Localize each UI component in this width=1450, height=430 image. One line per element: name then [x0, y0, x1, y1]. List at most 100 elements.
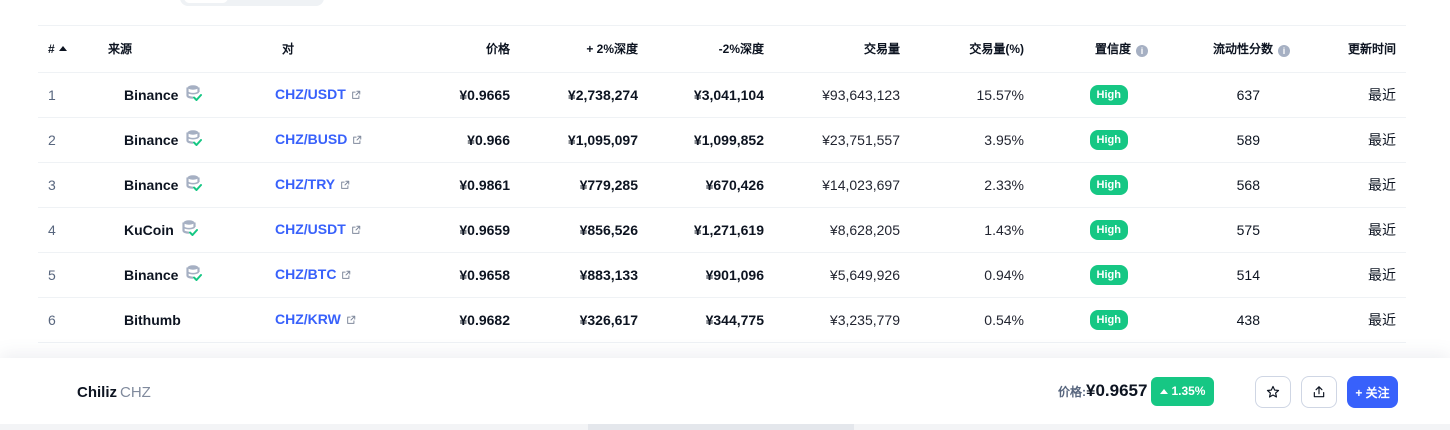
updated-cell: 最近	[1290, 207, 1406, 253]
exchange-name[interactable]: Binance	[124, 267, 178, 283]
pair-cell: CHZ/USDT	[270, 207, 400, 253]
rank-cell: 5	[38, 252, 96, 298]
star-icon	[1266, 385, 1280, 398]
watchlist-star-button[interactable]	[1255, 376, 1291, 408]
table-row[interactable]: 6 Bithumb CHZ/KRW ¥0.9682 ¥326,617 ¥344,775 ¥3…	[38, 297, 1406, 343]
col-confidence-header[interactable]: 置信度 i	[1024, 26, 1148, 73]
info-icon[interactable]: i	[1278, 45, 1290, 58]
confidence-cell: High	[1024, 72, 1148, 118]
share-icon	[1313, 386, 1325, 398]
rank-cell: 3	[38, 162, 96, 208]
col-liquidity-header[interactable]: 流动性分数 i	[1148, 26, 1290, 73]
verified-data-icon	[186, 84, 203, 105]
col-volume-pct-header[interactable]: 交易量(%)	[900, 26, 1024, 73]
col-source-header[interactable]: 来源	[96, 26, 270, 73]
info-icon[interactable]: i	[1136, 45, 1148, 58]
share-button[interactable]	[1301, 376, 1337, 408]
liquidity-cell: 589	[1148, 117, 1290, 163]
pair-link[interactable]: CHZ/USDT	[275, 221, 346, 237]
depth-plus-cell: ¥856,526	[510, 207, 638, 253]
view-toggle[interactable]	[180, 0, 324, 6]
verified-data-icon	[186, 129, 203, 150]
rank-cell: 1	[38, 72, 96, 118]
liquidity-cell: 438	[1148, 297, 1290, 343]
updated-cell: 最近	[1290, 297, 1406, 343]
depth-minus-cell: ¥670,426	[638, 162, 764, 208]
pair-link[interactable]: CHZ/TRY	[275, 176, 335, 192]
depth-minus-cell: ¥1,271,619	[638, 207, 764, 253]
external-link-icon[interactable]	[341, 267, 351, 283]
external-link-icon[interactable]	[340, 177, 350, 193]
exchange-cell: Bithumb	[96, 297, 270, 343]
volume-cell: ¥8,628,205	[764, 207, 900, 253]
depth-plus-cell: ¥883,133	[510, 252, 638, 298]
depth-minus-cell: ¥344,775	[638, 297, 764, 343]
table-row[interactable]: 4 KuCoin CHZ/USDT ¥0.9659 ¥856,526 ¥1,271,619…	[38, 207, 1406, 253]
price-cell: ¥0.9682	[400, 297, 510, 343]
pair-link[interactable]: CHZ/BTC	[275, 266, 336, 282]
confidence-cell: High	[1024, 252, 1148, 298]
confidence-badge: High	[1089, 219, 1128, 240]
confidence-badge: High	[1089, 84, 1128, 105]
price-cell: ¥0.9658	[400, 252, 510, 298]
verified-data-icon	[186, 174, 203, 195]
liquidity-cell: 637	[1148, 72, 1290, 118]
coin-title: Chiliz CHZ	[77, 384, 151, 401]
caret-up-icon	[1160, 388, 1169, 394]
col-updated-header[interactable]: 更新时间	[1290, 26, 1406, 73]
table-row[interactable]: 2 Binance CHZ/BUSD ¥0.966 ¥1,095,097 ¥1,099,8…	[38, 117, 1406, 163]
volume-cell: ¥3,235,779	[764, 297, 900, 343]
exchange-cell: Binance	[96, 117, 270, 163]
table-row[interactable]: 1 Binance CHZ/USDT ¥0.9665 ¥2,738,274 ¥3,041,…	[38, 72, 1406, 118]
table-header-row: # 来源 对 价格 + 2%深度 -2%深度 交易量 交易量(%) 置信度 i 流…	[38, 26, 1406, 73]
rank-cell: 4	[38, 207, 96, 253]
markets-table-container: # 来源 对 价格 + 2%深度 -2%深度 交易量 交易量(%) 置信度 i 流…	[38, 25, 1406, 343]
pair-cell: CHZ/BTC	[270, 252, 400, 298]
table-row[interactable]: 5 Binance CHZ/BTC ¥0.9658 ¥883,133 ¥901,096 ¥5…	[38, 252, 1406, 298]
volume-pct-cell: 3.95%	[900, 117, 1024, 163]
volume-pct-cell: 15.57%	[900, 72, 1024, 118]
exchange-name[interactable]: Binance	[124, 177, 178, 193]
col-rank-label: #	[48, 41, 55, 56]
confidence-badge: High	[1089, 174, 1128, 195]
col-pair-header[interactable]: 对	[270, 26, 400, 73]
verified-data-icon	[186, 264, 203, 285]
pair-link[interactable]: CHZ/BUSD	[275, 131, 347, 147]
col-volume-header[interactable]: 交易量	[764, 26, 900, 73]
price-cell: ¥0.9659	[400, 207, 510, 253]
col-price-header[interactable]: 价格	[400, 26, 510, 73]
confidence-cell: High	[1024, 117, 1148, 163]
volume-pct-cell: 1.43%	[900, 207, 1024, 253]
coin-name: Chiliz	[77, 384, 117, 401]
confidence-badge: High	[1089, 264, 1128, 285]
confidence-cell: High	[1024, 207, 1148, 253]
exchange-name[interactable]: Binance	[124, 132, 178, 148]
price-label: 价格:	[1058, 384, 1086, 399]
pair-link[interactable]: CHZ/KRW	[275, 311, 341, 327]
confidence-cell: High	[1024, 297, 1148, 343]
table-row[interactable]: 3 Binance CHZ/TRY ¥0.9861 ¥779,285 ¥670,426 ¥1…	[38, 162, 1406, 208]
sort-ascending-icon	[58, 45, 67, 51]
col-depth-minus-header[interactable]: -2%深度	[638, 26, 764, 73]
footer-price-block: 价格: ¥0.9657 1.35%	[1058, 375, 1215, 407]
confidence-cell: High	[1024, 162, 1148, 208]
exchange-name[interactable]: KuCoin	[124, 222, 174, 238]
external-link-icon[interactable]	[351, 222, 361, 238]
external-link-icon[interactable]	[351, 87, 361, 103]
price-value: ¥0.9657	[1086, 381, 1148, 400]
external-link-icon[interactable]	[352, 132, 362, 148]
follow-button[interactable]: + 关注	[1347, 376, 1398, 408]
external-link-icon[interactable]	[346, 312, 356, 328]
rank-cell: 6	[38, 297, 96, 343]
view-toggle-active-segment[interactable]	[184, 0, 228, 3]
col-depth-plus-header[interactable]: + 2%深度	[510, 26, 638, 73]
col-rank-header[interactable]: #	[38, 26, 96, 73]
volume-cell: ¥14,023,697	[764, 162, 900, 208]
pair-link[interactable]: CHZ/USDT	[275, 86, 346, 102]
liquidity-cell: 575	[1148, 207, 1290, 253]
pair-cell: CHZ/KRW	[270, 297, 400, 343]
exchange-name[interactable]: Binance	[124, 87, 178, 103]
exchange-name[interactable]: Bithumb	[124, 312, 181, 328]
exchange-cell: KuCoin	[96, 207, 270, 253]
price-cell: ¥0.9861	[400, 162, 510, 208]
